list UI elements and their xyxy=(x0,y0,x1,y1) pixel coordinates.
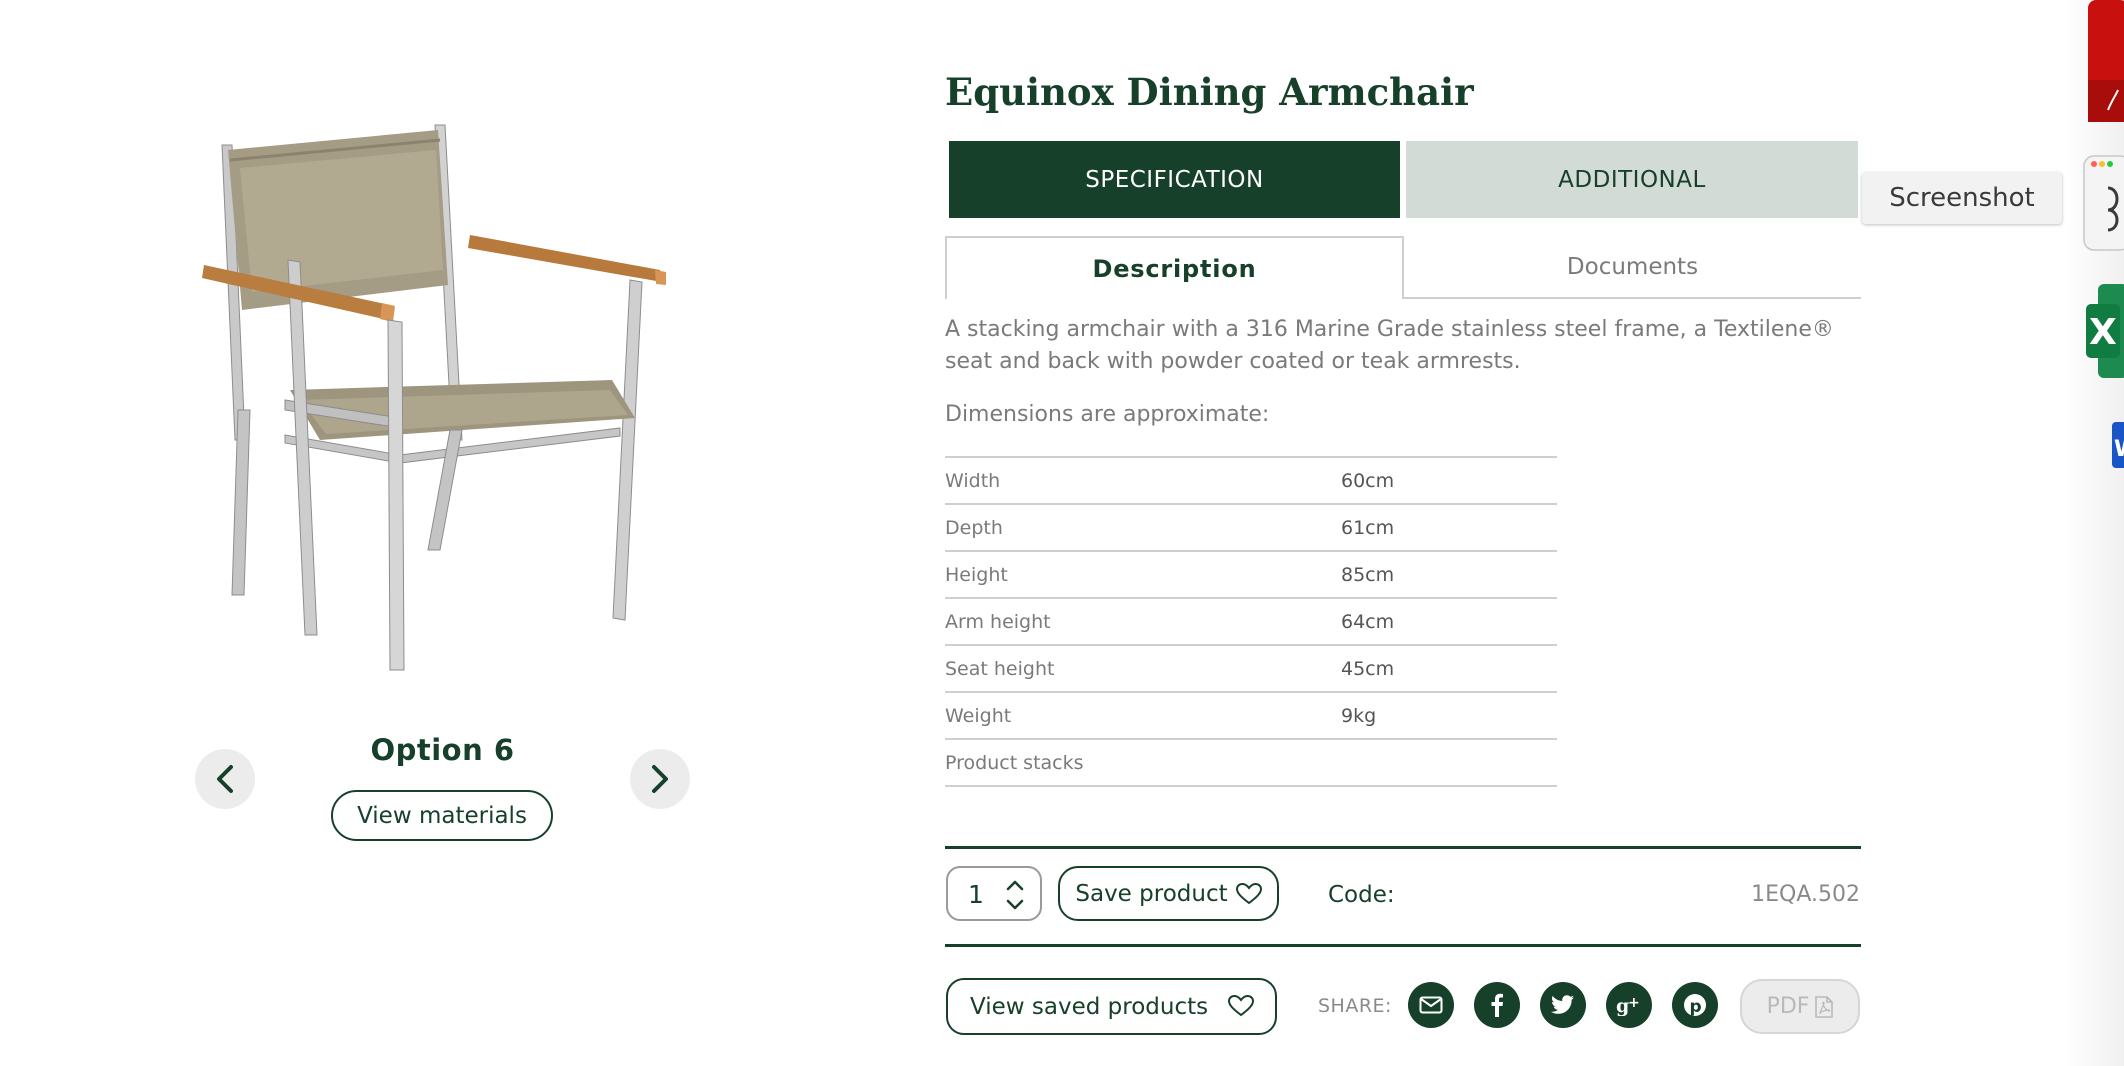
next-option-button[interactable] xyxy=(630,749,690,809)
pdf-download-button[interactable]: PDF xyxy=(1740,979,1860,1034)
product-description: A stacking armchair with a 316 Marine Gr… xyxy=(945,317,1834,374)
quantity-stepper[interactable]: 1 xyxy=(946,866,1042,921)
spec-value: 85cm xyxy=(1341,564,1395,586)
svg-text:W: W xyxy=(2114,437,2124,462)
spec-row-depth: Depth 61cm xyxy=(945,505,1557,552)
view-saved-products-label: View saved products xyxy=(970,994,1209,1020)
spec-row-arm-height: Arm height 64cm xyxy=(945,599,1557,646)
tab-description[interactable]: Description xyxy=(945,236,1404,299)
acrobat-app-icon[interactable] xyxy=(2088,0,2124,122)
quantity-value: 1 xyxy=(968,880,984,909)
tab-additional[interactable]: ADDITIONAL xyxy=(1406,141,1858,218)
spec-key: Height xyxy=(945,564,1008,586)
share-label: SHARE: xyxy=(1318,995,1392,1017)
spec-key: Width xyxy=(945,470,1001,492)
spec-value: 60cm xyxy=(1341,470,1395,492)
heart-icon xyxy=(1235,882,1262,904)
product-image xyxy=(202,124,666,671)
share-facebook-button[interactable] xyxy=(1474,982,1520,1028)
svg-text:+: + xyxy=(1628,995,1640,1011)
spec-row-width: Width 60cm xyxy=(945,458,1557,505)
screenshot-app-icon[interactable] xyxy=(2082,152,2124,254)
twitter-icon xyxy=(1551,995,1574,1014)
word-app-icon[interactable]: W xyxy=(2112,422,2124,468)
divider-top xyxy=(945,846,1861,849)
chevron-left-icon xyxy=(217,765,233,793)
heart-icon xyxy=(1228,995,1254,1017)
svg-text:p: p xyxy=(1690,997,1702,1017)
spec-value: 64cm xyxy=(1341,611,1395,633)
save-product-label: Save product xyxy=(1075,880,1228,907)
spec-table: Width 60cm Depth 61cm Height 85cm Arm he… xyxy=(945,456,1557,787)
screenshot-tooltip: Screenshot xyxy=(1862,172,2062,224)
code-label: Code: xyxy=(1328,882,1395,908)
view-materials-button[interactable]: View materials xyxy=(331,790,553,841)
facebook-icon xyxy=(1491,993,1503,1017)
email-icon xyxy=(1419,996,1443,1014)
spec-row-weight: Weight 9kg xyxy=(945,693,1557,740)
share-twitter-button[interactable] xyxy=(1540,982,1586,1028)
spec-key: Product stacks xyxy=(945,752,1084,774)
view-saved-products-button[interactable]: View saved products xyxy=(946,978,1277,1035)
spec-value: 45cm xyxy=(1341,658,1395,680)
spec-row-height: Height 85cm xyxy=(945,552,1557,599)
pinterest-icon: p xyxy=(1684,994,1706,1017)
chevron-right-icon xyxy=(652,765,668,793)
option-title: Option 6 xyxy=(370,733,515,767)
share-pinterest-button[interactable]: p xyxy=(1672,982,1718,1028)
divider-bottom xyxy=(945,944,1861,947)
spec-row-seat-height: Seat height 45cm xyxy=(945,646,1557,693)
code-value: 1EQA.502 xyxy=(1751,882,1860,907)
stepper-arrows-icon[interactable] xyxy=(1004,876,1026,914)
dimensions-label: Dimensions are approximate: xyxy=(945,402,1270,427)
spec-value: 9kg xyxy=(1341,705,1377,727)
spec-row-product-stacks: Product stacks xyxy=(945,740,1557,787)
tab-specification[interactable]: SPECIFICATION xyxy=(949,141,1400,218)
spec-key: Depth xyxy=(945,517,1003,539)
google-plus-icon: g+ xyxy=(1616,995,1640,1016)
product-title: Equinox Dining Armchair xyxy=(945,70,1474,114)
previous-option-button[interactable] xyxy=(195,749,255,809)
share-google-plus-button[interactable]: g + xyxy=(1606,982,1652,1028)
share-email-button[interactable] xyxy=(1408,982,1454,1028)
spec-key: Arm height xyxy=(945,611,1051,633)
tab-documents[interactable]: Documents xyxy=(1404,236,1861,297)
svg-text:X: X xyxy=(2089,312,2117,353)
spec-key: Weight xyxy=(945,705,1012,727)
pdf-file-icon xyxy=(1815,995,1834,1018)
spec-value: 61cm xyxy=(1341,517,1395,539)
spec-key: Seat height xyxy=(945,658,1055,680)
save-product-button[interactable]: Save product xyxy=(1058,866,1279,921)
pdf-label: PDF xyxy=(1766,994,1810,1019)
excel-app-icon[interactable]: X xyxy=(2086,282,2124,380)
